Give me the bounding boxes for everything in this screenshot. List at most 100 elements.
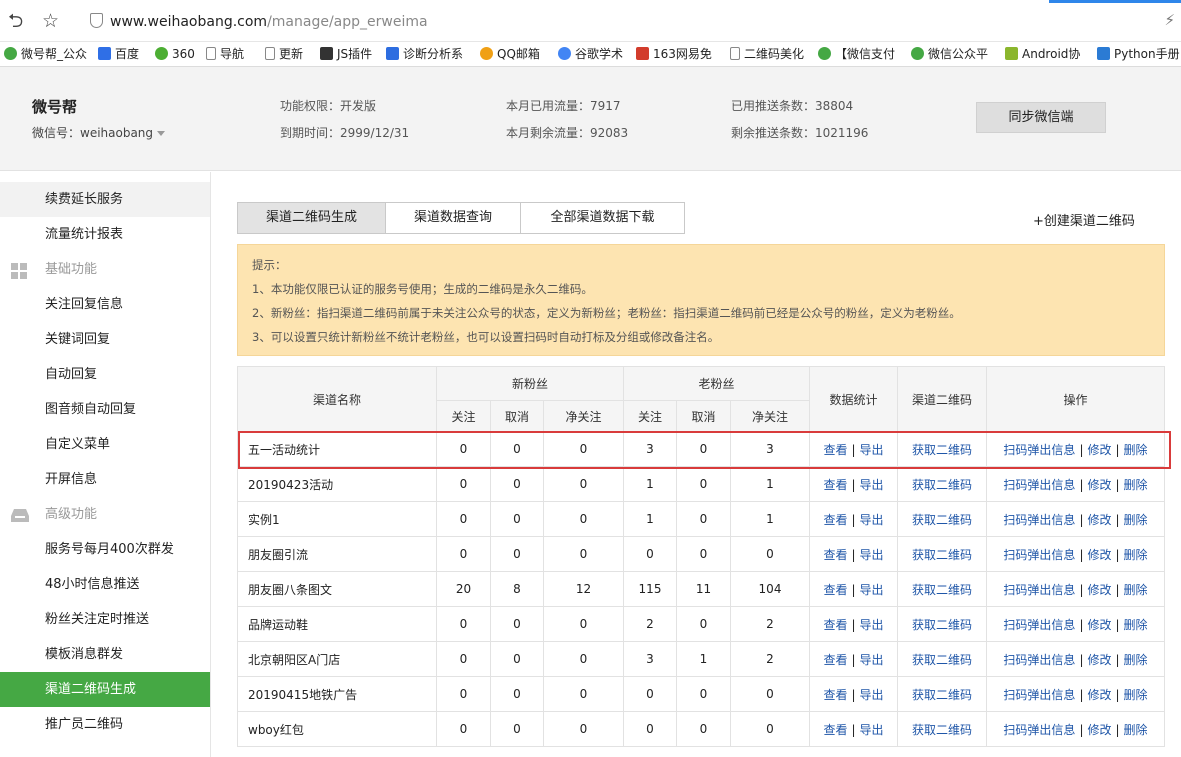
get-qrcode-link[interactable]: 获取二维码 xyxy=(912,583,972,597)
get-qrcode-link[interactable]: 获取二维码 xyxy=(912,653,972,667)
edit-link[interactable]: 修改 xyxy=(1087,688,1111,702)
scan-popup-link[interactable]: 扫码弹出信息 xyxy=(1003,653,1075,667)
edit-link[interactable]: 修改 xyxy=(1087,513,1111,527)
bookmark-item[interactable]: 导航 xyxy=(206,46,244,63)
bookmark-item[interactable]: 百度 xyxy=(98,46,139,63)
sidebar-item[interactable]: 图音频自动回复 xyxy=(0,392,210,427)
expire-text: 到期时间：2999/12/31 xyxy=(280,126,410,140)
export-link[interactable]: 导出 xyxy=(860,618,884,632)
get-qrcode-link[interactable]: 获取二维码 xyxy=(912,618,972,632)
bookmark-label: JS插件 xyxy=(337,47,373,61)
bookmark-item[interactable]: 更新 xyxy=(265,46,303,63)
bookmark-item[interactable]: JS插件 xyxy=(320,46,372,63)
bookmark-item[interactable]: 微号帮_公众 xyxy=(4,46,87,63)
delete-link[interactable]: 删除 xyxy=(1124,618,1148,632)
export-link[interactable]: 导出 xyxy=(860,583,884,597)
bookmark-item[interactable]: 360 xyxy=(155,46,195,63)
ops-cell: 扫码弹出信息 | 修改 | 删除 xyxy=(986,571,1165,607)
scan-popup-link[interactable]: 扫码弹出信息 xyxy=(1003,478,1075,492)
delete-link[interactable]: 删除 xyxy=(1124,478,1148,492)
account-selector[interactable]: 微信号：weihaobang xyxy=(32,124,166,141)
delete-link[interactable]: 删除 xyxy=(1124,583,1148,597)
sidebar-item[interactable]: 48小时信息推送 xyxy=(0,567,210,602)
star-icon[interactable]: ☆ xyxy=(42,10,59,32)
bookmark-item[interactable]: 诊断分析系 xyxy=(386,46,463,63)
lightning-icon[interactable]: ⚡ xyxy=(1164,11,1175,29)
tip-box: 提示： 1、本功能仅限已认证的服务号使用；生成的二维码是永久二维码。 2、新粉丝… xyxy=(237,244,1165,356)
delete-link[interactable]: 删除 xyxy=(1124,653,1148,667)
view-link[interactable]: 查看 xyxy=(823,443,847,457)
sidebar-item[interactable]: 自定义菜单 xyxy=(0,427,210,462)
export-link[interactable]: 导出 xyxy=(860,548,884,562)
create-qrcode-link[interactable]: +创建渠道二维码 xyxy=(1033,210,1135,229)
get-qrcode-link[interactable]: 获取二维码 xyxy=(912,723,972,737)
bookmark-item[interactable]: 谷歌学术 xyxy=(558,46,623,63)
sidebar-item[interactable]: 续费延长服务 xyxy=(0,182,210,217)
view-link[interactable]: 查看 xyxy=(823,723,847,737)
delete-link[interactable]: 删除 xyxy=(1124,723,1148,737)
bookmark-item[interactable]: 二维码美化 xyxy=(730,46,804,63)
sidebar-item[interactable]: 服务号每月400次群发 xyxy=(0,532,210,567)
sidebar-item[interactable]: 关键词回复 xyxy=(0,322,210,357)
view-link[interactable]: 查看 xyxy=(823,548,847,562)
view-link[interactable]: 查看 xyxy=(823,688,847,702)
scan-popup-link[interactable]: 扫码弹出信息 xyxy=(1003,688,1075,702)
sync-wechat-button[interactable]: 同步微信端 xyxy=(976,102,1106,133)
bookmark-item[interactable]: Python手册 xyxy=(1097,46,1180,63)
export-link[interactable]: 导出 xyxy=(860,723,884,737)
edit-link[interactable]: 修改 xyxy=(1087,618,1111,632)
view-link[interactable]: 查看 xyxy=(823,513,847,527)
delete-link[interactable]: 删除 xyxy=(1124,513,1148,527)
export-link[interactable]: 导出 xyxy=(860,443,884,457)
view-link[interactable]: 查看 xyxy=(823,583,847,597)
sidebar-item[interactable]: 关注回复信息 xyxy=(0,287,210,322)
shield-icon[interactable] xyxy=(90,13,103,28)
scan-popup-link[interactable]: 扫码弹出信息 xyxy=(1003,443,1075,457)
sidebar-item[interactable]: 自动回复 xyxy=(0,357,210,392)
view-link[interactable]: 查看 xyxy=(823,653,847,667)
edit-link[interactable]: 修改 xyxy=(1087,478,1111,492)
sidebar-item[interactable]: 流量统计报表 xyxy=(0,217,210,252)
bookmark-item[interactable]: Android协 xyxy=(1005,46,1080,63)
sidebar-item[interactable]: 渠道二维码生成 xyxy=(0,672,210,707)
scan-popup-link[interactable]: 扫码弹出信息 xyxy=(1003,723,1075,737)
bookmark-item[interactable]: 【微信支付 xyxy=(818,46,895,63)
view-link[interactable]: 查看 xyxy=(823,618,847,632)
scan-popup-link[interactable]: 扫码弹出信息 xyxy=(1003,548,1075,562)
qrcode-cell: 获取二维码 xyxy=(897,641,987,677)
export-link[interactable]: 导出 xyxy=(860,513,884,527)
scan-popup-link[interactable]: 扫码弹出信息 xyxy=(1003,513,1075,527)
export-link[interactable]: 导出 xyxy=(860,688,884,702)
edit-link[interactable]: 修改 xyxy=(1087,548,1111,562)
python-icon xyxy=(1097,47,1110,60)
sidebar-item[interactable]: 推广员二维码 xyxy=(0,707,210,742)
scan-popup-link[interactable]: 扫码弹出信息 xyxy=(1003,583,1075,597)
tab-channel-query[interactable]: 渠道数据查询 xyxy=(385,202,521,234)
delete-link[interactable]: 删除 xyxy=(1124,688,1148,702)
get-qrcode-link[interactable]: 获取二维码 xyxy=(912,478,972,492)
export-link[interactable]: 导出 xyxy=(860,653,884,667)
get-qrcode-link[interactable]: 获取二维码 xyxy=(912,513,972,527)
bookmark-item[interactable]: 微信公众平 xyxy=(911,46,988,63)
sidebar-item[interactable]: 粉丝关注定时推送 xyxy=(0,602,210,637)
bookmark-item[interactable]: 163网易免 xyxy=(636,46,712,63)
sidebar-item[interactable]: 开屏信息 xyxy=(0,462,210,497)
get-qrcode-link[interactable]: 获取二维码 xyxy=(912,688,972,702)
tab-download-all[interactable]: 全部渠道数据下载 xyxy=(520,202,685,234)
edit-link[interactable]: 修改 xyxy=(1087,583,1111,597)
export-link[interactable]: 导出 xyxy=(860,478,884,492)
view-link[interactable]: 查看 xyxy=(823,478,847,492)
scan-popup-link[interactable]: 扫码弹出信息 xyxy=(1003,618,1075,632)
bookmark-item[interactable]: QQ邮箱 xyxy=(480,46,540,63)
back-icon[interactable]: ⮌ xyxy=(8,10,23,32)
edit-link[interactable]: 修改 xyxy=(1087,443,1111,457)
sidebar-item[interactable]: 模板消息群发 xyxy=(0,637,210,672)
tab-qrcode-generate[interactable]: 渠道二维码生成 xyxy=(237,202,386,234)
url-bar[interactable]: www.weihaobang.com/manage/app_erweima xyxy=(110,13,428,31)
edit-link[interactable]: 修改 xyxy=(1087,723,1111,737)
delete-link[interactable]: 删除 xyxy=(1124,443,1148,457)
get-qrcode-link[interactable]: 获取二维码 xyxy=(912,548,972,562)
edit-link[interactable]: 修改 xyxy=(1087,653,1111,667)
delete-link[interactable]: 删除 xyxy=(1124,548,1148,562)
get-qrcode-link[interactable]: 获取二维码 xyxy=(912,443,972,457)
